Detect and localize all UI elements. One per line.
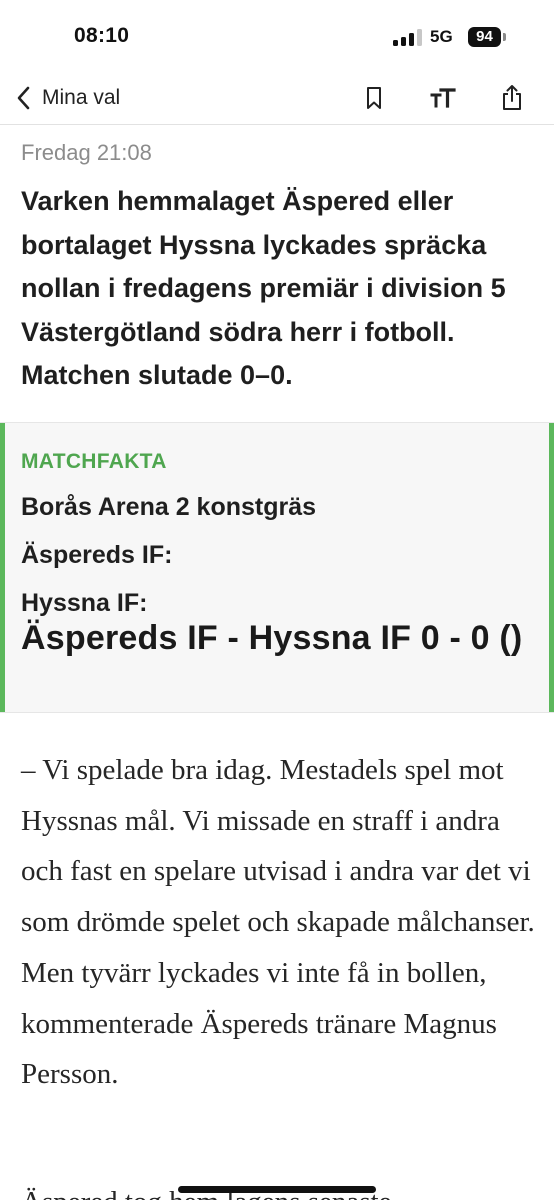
- accent-bar-right: [549, 423, 554, 712]
- text-size-icon: [430, 88, 456, 108]
- article-paragraph: – Vi spelade bra idag. Mestadels spel mo…: [21, 754, 535, 1091]
- home-team-lineup: Äspereds IF:: [21, 541, 173, 569]
- bookmark-icon: [367, 87, 381, 109]
- text-size-button[interactable]: [427, 82, 459, 114]
- battery-cap: [503, 33, 506, 41]
- back-label: Mina val: [42, 86, 121, 109]
- battery-level: 94: [476, 28, 493, 45]
- nav-bar: Mina val: [0, 72, 554, 125]
- status-bar: 08:10 5G 94: [0, 0, 554, 72]
- share-button[interactable]: [496, 82, 528, 114]
- match-result: Äspereds IF - Hyssna IF 0 - 0 (): [21, 619, 523, 657]
- network-type: 5G: [430, 27, 453, 46]
- matchfakta-heading: MATCHFAKTA: [21, 450, 167, 473]
- cellular-signal-icon: [393, 28, 423, 46]
- home-indicator[interactable]: [178, 1186, 376, 1193]
- away-team-lineup: Hyssna IF:: [21, 589, 148, 617]
- match-venue: Borås Arena 2 konstgräs: [21, 493, 317, 521]
- chevron-left-icon: [17, 86, 30, 110]
- bookmark-button[interactable]: [358, 82, 390, 114]
- battery-icon: 94: [468, 27, 501, 47]
- accent-bar-left: [0, 423, 5, 712]
- matchfakta-box: MATCHFAKTA Borås Arena 2 konstgräs Äsper…: [0, 422, 554, 713]
- back-button[interactable]: Mina val: [14, 82, 120, 114]
- share-icon: [503, 85, 521, 110]
- status-time: 08:10: [74, 24, 130, 47]
- article-timestamp: Fredag 21:08: [21, 140, 152, 165]
- article-lead: Varken hemmalaget Äspered eller bortalag…: [21, 186, 506, 390]
